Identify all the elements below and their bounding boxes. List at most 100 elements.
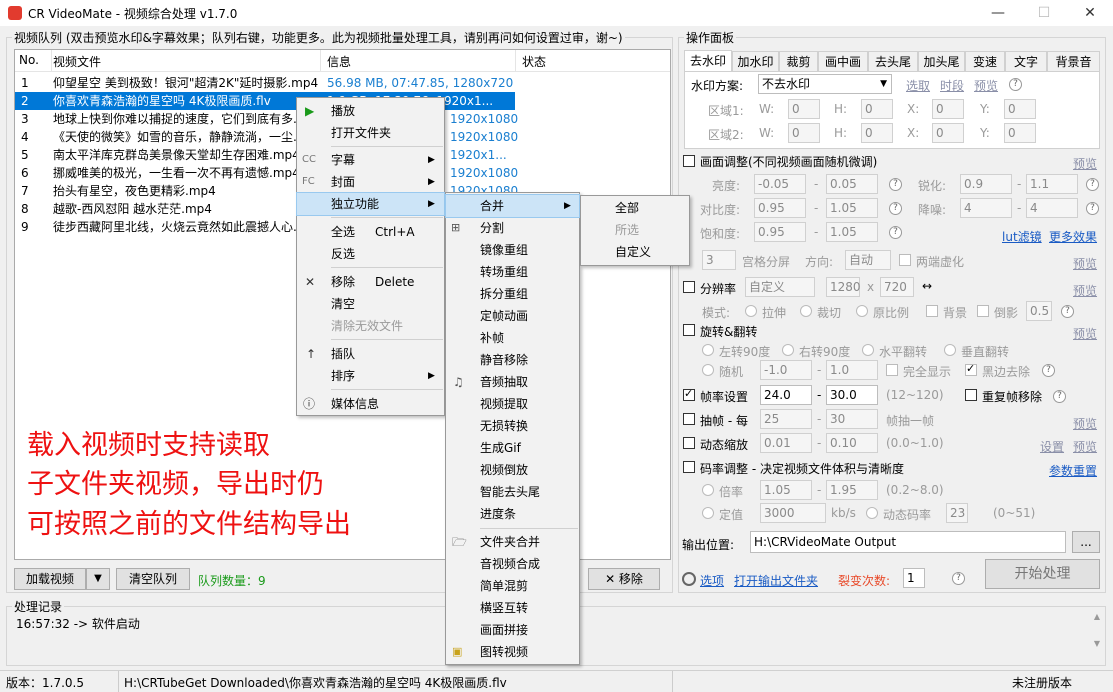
full-display-checkbox[interactable] <box>886 364 898 376</box>
menu-item-open-folder[interactable]: 打开文件夹 <box>297 122 444 144</box>
submenu-transition[interactable]: 转场重组 <box>446 261 579 283</box>
saturation-max[interactable]: 1.05 <box>826 222 878 242</box>
hflip-radio[interactable] <box>862 344 874 356</box>
submenu-progress[interactable]: 进度条 <box>446 503 579 525</box>
swap-icon[interactable]: ↔ <box>922 279 932 293</box>
area2-h[interactable]: 0 <box>861 123 893 143</box>
zoom-min[interactable]: 0.01 <box>760 433 812 453</box>
submenu-silence[interactable]: 静音移除 <box>446 349 579 371</box>
dyn-radio[interactable] <box>866 507 878 519</box>
fixed-radio[interactable] <box>702 507 714 519</box>
tab-add-head-tail[interactable]: 加头尾 <box>918 51 965 71</box>
reflect-value[interactable]: 0.5 <box>1026 301 1052 321</box>
area1-h[interactable]: 0 <box>861 99 893 119</box>
resolution-select[interactable]: 自定义 <box>745 277 815 297</box>
submenu-merge[interactable]: 合并 ▶ <box>445 194 580 218</box>
submenu-split[interactable]: ⊞ 分割 <box>446 217 579 239</box>
gear-icon[interactable] <box>682 572 696 586</box>
drop-frame-checkbox[interactable] <box>683 413 695 425</box>
mult-min[interactable]: 1.05 <box>760 480 812 500</box>
rotate-checkbox[interactable] <box>683 324 695 336</box>
rotate-preview-link[interactable]: 预览 <box>1073 325 1097 342</box>
fps-min[interactable]: 24.0 <box>760 385 812 405</box>
zoom-preview-link[interactable]: 预览 <box>1073 438 1097 455</box>
help-icon[interactable]: ? <box>889 178 902 191</box>
mult-max[interactable]: 1.95 <box>826 480 878 500</box>
lut-filter-link[interactable]: lut滤镜 <box>1002 228 1042 245</box>
submenu-gif[interactable]: 生成Gif <box>446 437 579 459</box>
more-effects-link[interactable]: 更多效果 <box>1049 228 1097 245</box>
submenu-folder-merge[interactable]: 🗁 文件夹合并 <box>446 531 579 553</box>
bg-checkbox[interactable] <box>926 305 938 317</box>
submenu-stitch[interactable]: 画面拼接 <box>446 619 579 641</box>
tab-pip[interactable]: 画中画 <box>818 51 868 71</box>
submenu-image-video[interactable]: ▣ 图转视频 <box>446 641 579 663</box>
params-reset-link[interactable]: 参数重置 <box>1049 462 1097 479</box>
help-icon[interactable]: ? <box>889 202 902 215</box>
submenu-video-extract[interactable]: 视频提取 <box>446 393 579 415</box>
vflip-radio[interactable] <box>944 344 956 356</box>
submenu-split-regroup[interactable]: 拆分重组 <box>446 283 579 305</box>
select-link[interactable]: 选取 <box>906 77 930 94</box>
adjust-preview-link[interactable]: 预览 <box>1073 155 1097 172</box>
blur-checkbox[interactable] <box>899 254 911 266</box>
browse-button[interactable]: ... <box>1072 531 1100 553</box>
tab-add-watermark[interactable]: 加水印 <box>732 51 779 71</box>
menu-item-subtitle[interactable]: CC 字幕 ▶ <box>297 149 444 171</box>
submenu-audio-extract[interactable]: ♫ 音频抽取 <box>446 371 579 393</box>
dup-frame-checkbox[interactable] <box>965 389 977 401</box>
split-count[interactable]: 1 <box>903 568 925 588</box>
stretch-radio[interactable] <box>745 305 757 317</box>
tab-bgm[interactable]: 背景音 <box>1047 51 1100 71</box>
remove-button[interactable]: ✕ 移除 <box>588 568 660 590</box>
brightness-min[interactable]: -0.05 <box>754 174 806 194</box>
tab-trim[interactable]: 去头尾 <box>868 51 918 71</box>
area2-x[interactable]: 0 <box>932 123 964 143</box>
denoise-min[interactable]: 4 <box>960 198 1012 218</box>
area2-y[interactable]: 0 <box>1004 123 1036 143</box>
period-link[interactable]: 时段 <box>940 77 964 94</box>
brightness-max[interactable]: 0.05 <box>826 174 878 194</box>
reflect-checkbox[interactable] <box>977 305 989 317</box>
area2-w[interactable]: 0 <box>788 123 820 143</box>
drop-max[interactable]: 30 <box>826 409 878 429</box>
crop-radio[interactable] <box>800 305 812 317</box>
resolution-width[interactable]: 1280 <box>826 277 861 297</box>
preview-link[interactable]: 预览 <box>974 77 998 94</box>
random-min[interactable]: -1.0 <box>760 360 812 380</box>
right90-radio[interactable] <box>782 344 794 356</box>
mult-radio[interactable] <box>702 484 714 496</box>
load-video-button[interactable]: 加载视频 <box>14 568 86 590</box>
contrast-min[interactable]: 0.95 <box>754 198 806 218</box>
denoise-max[interactable]: 4 <box>1026 198 1078 218</box>
help-icon[interactable]: ? <box>889 226 902 239</box>
log-scrollbar[interactable]: ▲ ▼ <box>1090 612 1104 664</box>
area1-y[interactable]: 0 <box>1004 99 1036 119</box>
submenu-av-compose[interactable]: 音视频合成 <box>446 553 579 575</box>
menu-item-cover[interactable]: FC 封面 ▶ <box>297 171 444 193</box>
sharpen-max[interactable]: 1.1 <box>1026 174 1078 194</box>
fixed-bitrate[interactable]: 3000 <box>760 503 826 523</box>
menu-item-media-info[interactable]: ⓘ 媒体信息 <box>297 393 444 415</box>
zoom-max[interactable]: 0.10 <box>826 433 878 453</box>
wm-scheme-select[interactable]: 不去水印 ▼ <box>758 74 892 94</box>
minimize-button[interactable]: — <box>975 0 1021 26</box>
menu-item-play[interactable]: ▶ 播放 <box>297 100 444 122</box>
resolution-checkbox[interactable] <box>683 281 695 293</box>
output-path-input[interactable]: H:\CRVideoMate Output <box>750 531 1066 553</box>
submenu-reverse[interactable]: 视频倒放 <box>446 459 579 481</box>
tab-text[interactable]: 文字 <box>1005 51 1047 71</box>
submenu-simple-mix[interactable]: 简单混剪 <box>446 575 579 597</box>
close-button[interactable]: ✕ <box>1067 0 1113 26</box>
zoom-checkbox[interactable] <box>683 437 695 449</box>
menu-item-clear[interactable]: 清空 <box>297 293 444 315</box>
fps-max[interactable]: 30.0 <box>826 385 878 405</box>
merge-all[interactable]: 全部 <box>581 197 689 219</box>
left90-radio[interactable] <box>702 344 714 356</box>
col-info[interactable]: 信息 <box>327 53 351 70</box>
help-icon[interactable]: ? <box>1061 305 1074 318</box>
menu-item-remove[interactable]: ✕ 移除 Delete <box>297 271 444 293</box>
help-icon[interactable]: ? <box>1042 364 1055 377</box>
saturation-min[interactable]: 0.95 <box>754 222 806 242</box>
submenu-smart-trim[interactable]: 智能去头尾 <box>446 481 579 503</box>
